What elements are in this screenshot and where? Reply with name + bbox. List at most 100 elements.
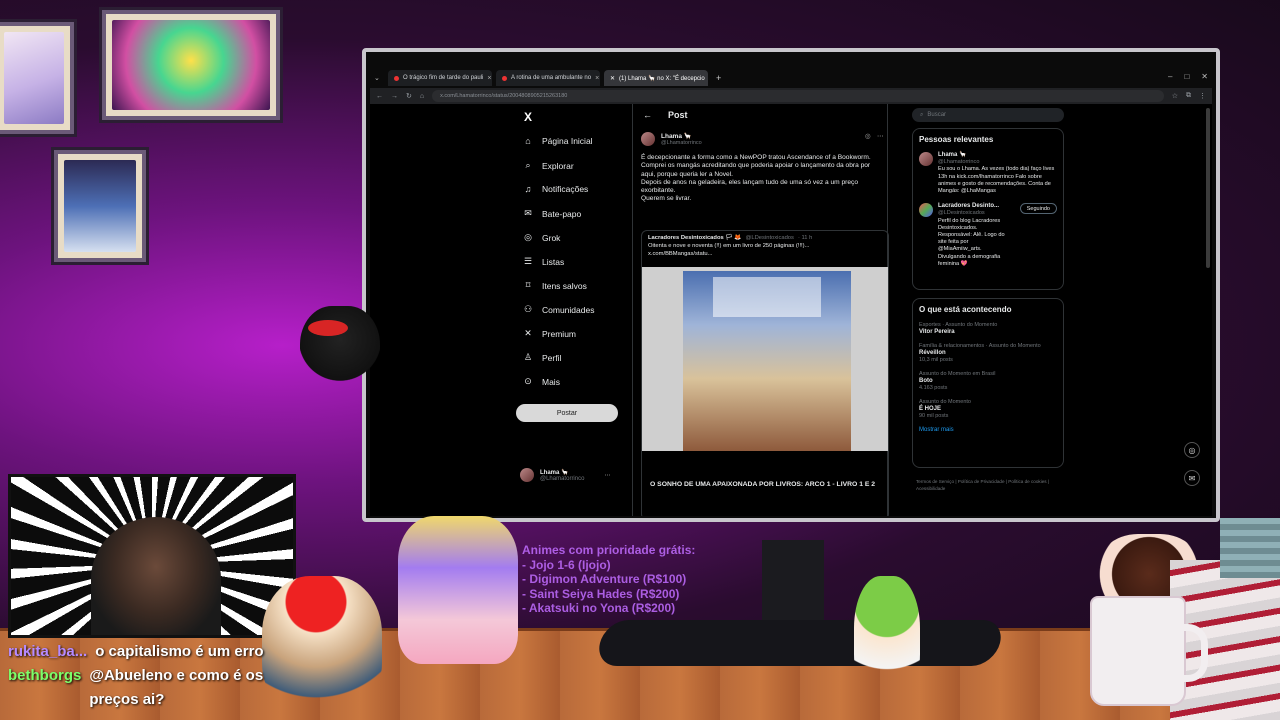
quote-text: Oitenta e nove e noventa (!!) em um livr… [642, 241, 888, 260]
tab-label: (1) Lhama 🦙 no X: "É decepcio [619, 75, 705, 82]
trend-item[interactable]: Esportes · Assunto do Momento Vitor Perei… [919, 322, 1057, 336]
nav-explore[interactable]: ⌕ Explorar [522, 160, 573, 171]
nav-label: Comunidades [542, 304, 595, 315]
quote-link[interactable]: x.com/BBMangas/statu... [648, 251, 882, 259]
address-bar: ← → ↻ ⌂ x.com/Lhamatorrinco/status/20048… [370, 88, 1212, 104]
post-line: Comprei os mangás acreditando que poderi… [641, 162, 871, 178]
messages-fab-icon[interactable]: ✉ [1184, 470, 1200, 486]
avatar [520, 468, 534, 482]
grok-icon[interactable]: ◎ [865, 132, 871, 140]
person-bio: Eu sou o Lhama. As vezes (todo dia) faço… [938, 166, 1055, 195]
quote-header: Lacradores Desintoxicados 🏳 🦊 @LDesintox… [642, 231, 888, 241]
new-tab-button[interactable]: + [716, 73, 721, 83]
trend-item[interactable]: Assunto do Momento em Brasil Boto 4.163 po… [919, 371, 1057, 392]
browser-tab-3[interactable]: ✕(1) Lhama 🦙 no X: "É decepcio× [604, 70, 708, 86]
monitor-stand [762, 540, 824, 630]
back-arrow-icon[interactable]: ← [643, 110, 652, 120]
quoted-post[interactable]: Lacradores Desintoxicados 🏳 🦊 @LDesintox… [641, 230, 889, 516]
more-icon: ⊙ [524, 376, 532, 386]
trend-item[interactable]: Família & relacionamentos · Assunto do M… [919, 343, 1057, 364]
url-field[interactable]: x.com/Lhamatorrinco/status/2004808905215… [432, 90, 1164, 102]
nav-grok[interactable]: ◎ Grok [522, 232, 560, 243]
account-switcher[interactable]: Lhama 🦙 @Lhamatorrinco ⋯ [520, 468, 610, 482]
person-handle: @Lhamatorrinco [938, 159, 980, 166]
person-bio: Perfil do blog Lacradores Desintoxicados… [938, 217, 1005, 267]
green-hair-character-sticker [854, 576, 920, 706]
forward-icon[interactable]: → [391, 93, 398, 100]
tab-label: O trágico fim de tarde do pauli [403, 75, 484, 81]
post-button[interactable]: Postar [516, 404, 618, 422]
webcam-feed [8, 474, 296, 638]
block-tower [1220, 518, 1280, 578]
nav-lists[interactable]: ☰ Listas [522, 256, 564, 267]
trend-count: 4.163 posts [919, 385, 948, 391]
window-controls: – □ ✕ [1168, 72, 1208, 81]
post-author[interactable]: Lhama 🦙 @Lhamatorrinco ◎ ⋯ [641, 132, 884, 146]
priority-title: Animes com prioridade grátis: [522, 543, 696, 557]
nav-label: Notificações [542, 184, 589, 194]
nav-label: Bate-papo [542, 208, 582, 219]
tab-search-icon[interactable]: ⌄ [374, 74, 384, 82]
person-card[interactable]: Lacradores Desinto... @LDesintoxicados P… [919, 203, 1057, 268]
anime-girl-sticker [398, 516, 518, 664]
close-tab-icon[interactable]: × [487, 75, 491, 82]
account-name: Lhama 🦙 [540, 469, 569, 476]
browser-tab-1[interactable]: O trágico fim de tarde do pauli × [388, 70, 492, 86]
show-more-link[interactable]: Mostrar mais [919, 427, 1057, 433]
bookmark-star-icon[interactable]: ☆ [1172, 92, 1178, 100]
post-line: Querem se livrar. [641, 195, 692, 203]
nav-label: Listas [542, 256, 565, 267]
bell-icon: ♫ [524, 184, 532, 194]
cover-title-band [713, 277, 821, 317]
close-tab-icon[interactable]: × [595, 75, 599, 82]
extensions-icon[interactable]: ⧉ [1186, 92, 1191, 100]
search-icon: ⌕ [525, 160, 531, 170]
nav-premium[interactable]: ✕ Premium [522, 328, 576, 339]
right-sidebar: ⌕ Buscar Pessoas relevantes Lhama 🦙 @Lham… [910, 104, 1070, 516]
person-card[interactable]: Lhama 🦙 @Lhamatorrinco Eu sou o Lhama. A… [919, 152, 1057, 195]
nav-more[interactable]: ⊙ Mais [522, 376, 560, 387]
scrollbar[interactable] [1206, 108, 1210, 268]
nav-profile[interactable]: ♙ Perfil [522, 352, 561, 363]
frame-art [112, 20, 270, 110]
more-dots-icon[interactable]: ⋯ [877, 132, 884, 140]
grok-fab-icon[interactable]: ◎ [1184, 442, 1200, 458]
reload-icon[interactable]: ↻ [406, 92, 412, 100]
nav-bookmarks[interactable]: ⌑ Itens salvos [522, 280, 587, 291]
trend-count: 10,3 mil posts [919, 357, 953, 363]
post-column: ← Post Lhama 🦙 @Lhamatorrinco ◎ ⋯ É dece… [632, 104, 889, 516]
quote-author-name: Lacradores Desintoxicados 🏳 🦊 [648, 235, 742, 241]
trend-topic: Boto [919, 378, 933, 384]
trend-item[interactable]: Assunto do Momento É HOJE 90 mil posts [919, 399, 1057, 420]
nav-home[interactable]: ⌂ Página Inicial [522, 136, 592, 146]
nav-communities[interactable]: ⚇ Comunidades [522, 304, 595, 315]
trend-category: Assunto do Momento [919, 399, 971, 405]
monitor: ⌄ O trágico fim de tarde do pauli × A rot… [362, 48, 1220, 522]
page-title: Post [668, 110, 688, 120]
frame-art [4, 32, 64, 124]
x-logo-icon[interactable]: X [524, 110, 532, 124]
santa-character-sticker [262, 576, 382, 720]
close-window-icon[interactable]: ✕ [1201, 72, 1208, 81]
search-input[interactable]: ⌕ Buscar [912, 108, 1064, 122]
communities-icon: ⚇ [523, 304, 533, 314]
priority-item: - Saint Seiya Hades (R$200) [522, 586, 680, 601]
maximize-icon[interactable]: □ [1184, 72, 1189, 81]
book-card-title[interactable]: O SONHO DE UMA APAIXONADA POR LIVROS: AR… [642, 477, 888, 492]
minimize-icon[interactable]: – [1168, 72, 1172, 81]
back-icon[interactable]: ← [376, 93, 383, 100]
nav-notifications[interactable]: ♫ Notificações [522, 184, 589, 194]
home-icon[interactable]: ⌂ [420, 93, 424, 100]
book-cover-image[interactable] [683, 271, 851, 451]
home-icon: ⌂ [525, 136, 531, 146]
nav-label: Premium [542, 328, 577, 339]
person-handle: @LDesintoxicados [938, 210, 985, 217]
footer-links[interactable]: Termos de Serviço | Política de Privacid… [916, 478, 1066, 492]
more-dots-icon[interactable]: ⋯ [604, 472, 610, 479]
browser-tab-2[interactable]: A rotina de uma ambulante no × [496, 70, 600, 86]
nav-chat[interactable]: ✉ Bate-papo [522, 208, 581, 219]
following-button[interactable]: Seguindo [1019, 203, 1057, 215]
menu-icon[interactable]: ⋮ [1199, 92, 1206, 100]
priority-item: - Digimon Adventure (R$100) [522, 572, 687, 586]
quote-time: · 11 h [797, 235, 813, 241]
